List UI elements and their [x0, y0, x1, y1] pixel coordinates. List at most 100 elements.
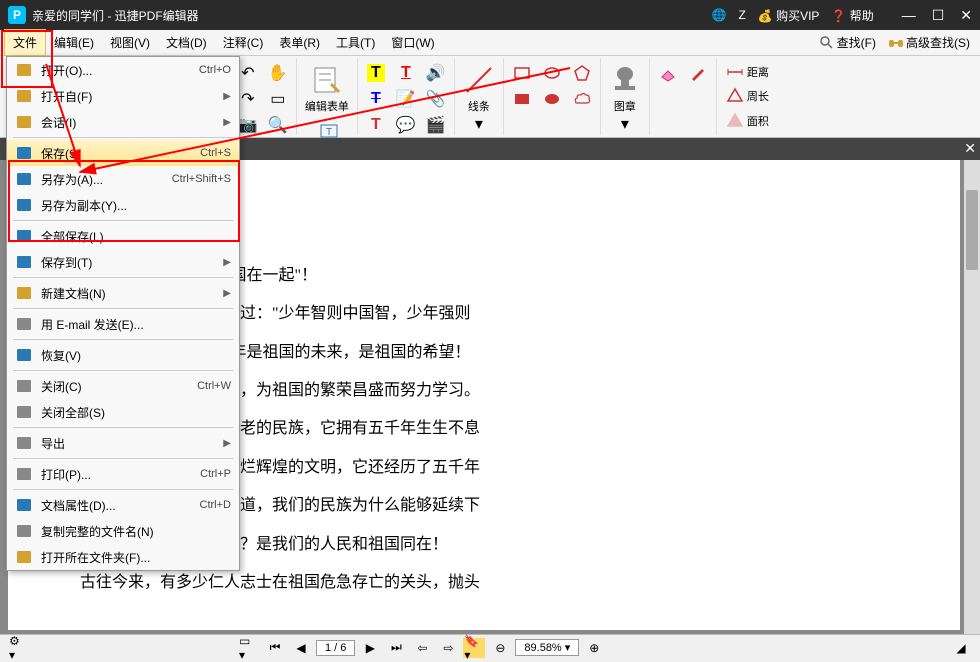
prev-page-button[interactable]: ◀ [290, 638, 312, 658]
save-icon [15, 144, 33, 162]
menu-separator [13, 370, 233, 371]
revert-icon [15, 346, 33, 364]
menu-view[interactable]: 视图(V) [102, 30, 158, 55]
file-menu-item-save[interactable]: 保存(S)Ctrl+S [7, 140, 239, 166]
menu-item-label: 会话(I) [41, 114, 223, 131]
pencil-icon[interactable] [684, 60, 712, 86]
menu-item-label: 关闭(C) [41, 378, 197, 395]
file-menu-item-revert[interactable]: 恢复(V) [7, 342, 239, 368]
next-page-button[interactable]: ▶ [359, 638, 381, 658]
maximize-button[interactable]: ☐ [932, 7, 945, 24]
file-menu-item-close-all[interactable]: 关闭全部(S) [7, 399, 239, 425]
menu-separator [13, 427, 233, 428]
area-button[interactable]: 面积 [721, 109, 773, 133]
vip-button[interactable]: 💰 购买VIP [758, 7, 820, 24]
nav-fwd-button[interactable]: ⇨ [437, 638, 459, 658]
nav-back-button[interactable]: ⇦ [411, 638, 433, 658]
svg-text:T: T [326, 127, 332, 138]
menu-item-label: 打印(P)... [41, 466, 200, 483]
file-menu-item-copy-name[interactable]: 复制完整的文件名(N) [7, 518, 239, 544]
strikeout-icon[interactable]: T [362, 86, 390, 112]
resize-grip-icon[interactable]: ◢ [950, 638, 972, 658]
select-tool-icon[interactable]: ▭ [264, 86, 292, 112]
help-button[interactable]: ❓ 帮助 [831, 7, 873, 24]
first-page-button[interactable]: ⏮ [264, 638, 286, 658]
zoom-in-status[interactable]: ⊕ [583, 638, 605, 658]
menu-window[interactable]: 窗口(W) [383, 30, 442, 55]
menu-item-label: 新建文档(N) [41, 285, 223, 302]
file-menu-item-email[interactable]: 用 E-mail 发送(E)... [7, 311, 239, 337]
vertical-scrollbar[interactable] [964, 160, 980, 634]
file-menu-item-print[interactable]: 打印(P)...Ctrl+P [7, 461, 239, 487]
globe-icon[interactable]: 🌐 [711, 8, 726, 22]
file-menu-item-properties[interactable]: 文档属性(D)...Ctrl+D [7, 492, 239, 518]
layout-icon[interactable]: ▭ ▾ [238, 638, 260, 658]
window-title: 亲爱的同学们 - 迅捷PDF编辑器 [32, 7, 711, 24]
note-icon[interactable]: 📝 [392, 86, 420, 112]
polygon-shape-icon[interactable] [568, 60, 596, 86]
zoom-out-status[interactable]: ⊖ [489, 638, 511, 658]
print-icon [15, 465, 33, 483]
options-icon[interactable]: ⚙ ▾ [8, 638, 30, 658]
file-menu-item-save-to[interactable]: 保存到(T)▶ [7, 249, 239, 275]
submenu-arrow-icon: ▶ [223, 117, 231, 128]
rect-shape-icon[interactable] [508, 60, 536, 86]
adv-find-button[interactable]: 高级查找(S) [882, 34, 976, 51]
menu-item-label: 另存为副本(Y)... [41, 197, 231, 214]
file-menu-item-open-folder[interactable]: 打开所在文件夹(F)... [7, 544, 239, 570]
lines-button[interactable]: 线条 ▾ [459, 60, 499, 138]
underline-icon[interactable]: T [392, 60, 420, 86]
menu-comment[interactable]: 注释(C) [215, 30, 272, 55]
edit-form-button[interactable]: 编辑表单 [301, 60, 353, 118]
cloud-shape-icon[interactable] [568, 86, 596, 112]
distance-button[interactable]: 距离 [721, 60, 773, 84]
typewriter-icon[interactable]: T [362, 112, 390, 138]
bookmark-icon[interactable]: 🔖 ▾ [463, 638, 485, 658]
file-menu-item-export[interactable]: 导出▶ [7, 430, 239, 456]
menu-separator [13, 220, 233, 221]
menu-item-shortcut: Ctrl+S [200, 147, 231, 159]
zoom-indicator[interactable]: 89.58% ▾ [515, 639, 579, 656]
file-menu-item-save-all[interactable]: 全部保存(L) [7, 223, 239, 249]
minimize-button[interactable]: — [902, 7, 916, 24]
video-icon[interactable]: 🎬 [422, 112, 450, 138]
menu-file[interactable]: 文件 [4, 29, 46, 56]
perimeter-button[interactable]: 周长 [721, 84, 773, 108]
scrollbar-thumb[interactable] [966, 190, 978, 270]
loupe-icon[interactable]: 🔍 [264, 112, 292, 138]
tab-close-icon[interactable]: ✕ [964, 140, 976, 157]
user-label[interactable]: Z [738, 8, 745, 22]
page-indicator[interactable]: 1 / 6 [316, 640, 355, 656]
last-page-button[interactable]: ⏭ [385, 638, 407, 658]
oval-fill-icon[interactable] [538, 86, 566, 112]
file-menu-item-new-doc[interactable]: 新建文档(N)▶ [7, 280, 239, 306]
menu-separator [13, 277, 233, 278]
menu-item-shortcut: Ctrl+W [197, 380, 231, 392]
file-menu-item-save-copy[interactable]: 另存为副本(Y)... [7, 192, 239, 218]
oval-shape-icon[interactable] [538, 60, 566, 86]
file-menu-item-save-as[interactable]: 另存为(A)...Ctrl+Shift+S [7, 166, 239, 192]
eraser-icon[interactable] [654, 60, 682, 86]
sound-icon[interactable]: 🔊 [422, 60, 450, 86]
menu-item-label: 文档属性(D)... [41, 497, 200, 514]
close-button[interactable]: ✕ [960, 7, 972, 24]
file-menu-item-open[interactable]: 打开(O)...Ctrl+O [7, 57, 239, 83]
menu-edit[interactable]: 编辑(E) [46, 30, 102, 55]
menu-form[interactable]: 表单(R) [271, 30, 328, 55]
callout-icon[interactable]: 💬 [392, 112, 420, 138]
menu-item-label: 关闭全部(S) [41, 404, 231, 421]
find-button[interactable]: 查找(F) [813, 34, 882, 51]
attach-icon[interactable]: 📎 [422, 86, 450, 112]
close-all-icon [15, 403, 33, 421]
save-to-icon [15, 253, 33, 271]
file-menu-dropdown: 打开(O)...Ctrl+O打开自(F)▶会话(I)▶保存(S)Ctrl+S另存… [6, 56, 240, 571]
menu-document[interactable]: 文档(D) [158, 30, 215, 55]
stamp-button[interactable]: 图章 ▾ [605, 60, 645, 138]
file-menu-item-close[interactable]: 关闭(C)Ctrl+W [7, 373, 239, 399]
file-menu-item-session[interactable]: 会话(I)▶ [7, 109, 239, 135]
highlight-icon[interactable]: T [362, 60, 390, 86]
rect-fill-icon[interactable] [508, 86, 536, 112]
menu-tools[interactable]: 工具(T) [328, 30, 383, 55]
hand-tool-icon[interactable]: ✋ [264, 60, 292, 86]
file-menu-item-open-from[interactable]: 打开自(F)▶ [7, 83, 239, 109]
